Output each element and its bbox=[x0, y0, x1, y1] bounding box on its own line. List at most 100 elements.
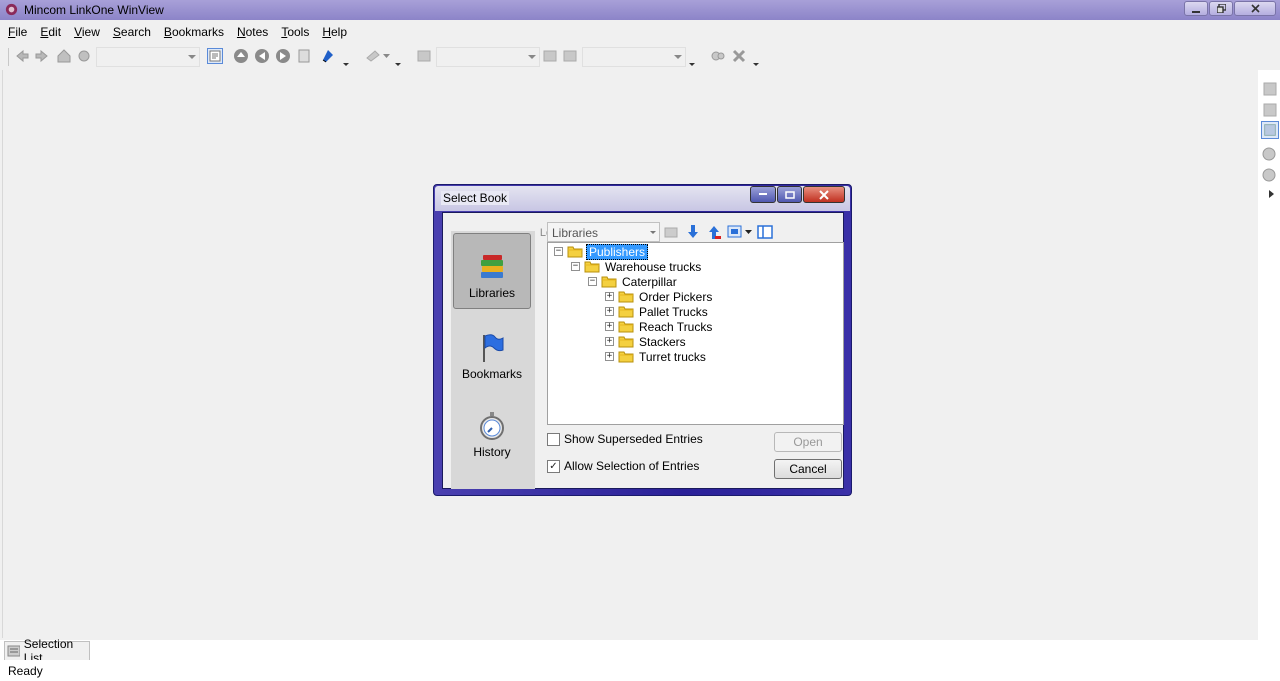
dialog-maximize-button[interactable] bbox=[777, 186, 802, 203]
menu-file[interactable]: File bbox=[0, 22, 32, 42]
menu-mnemonic: V bbox=[74, 25, 82, 39]
search-tool-button[interactable] bbox=[416, 48, 432, 64]
expand-icon[interactable]: + bbox=[605, 337, 614, 346]
location-combo[interactable] bbox=[96, 47, 200, 67]
forward-button[interactable] bbox=[34, 48, 50, 64]
dialog-minimize-button[interactable] bbox=[750, 186, 776, 203]
app-icon bbox=[5, 3, 18, 16]
menu-search[interactable]: Search bbox=[105, 22, 156, 42]
next-button[interactable] bbox=[275, 48, 291, 64]
tree-node-label: Reach Trucks bbox=[639, 319, 713, 334]
folder-icon bbox=[567, 246, 583, 258]
overflow-arrow-icon[interactable] bbox=[1261, 189, 1279, 199]
menu-help[interactable]: Help bbox=[314, 22, 352, 42]
menu-label-rest: earch bbox=[120, 25, 151, 39]
folder-icon bbox=[618, 291, 634, 303]
collapse-icon[interactable]: − bbox=[554, 247, 563, 256]
contents-button[interactable] bbox=[207, 48, 223, 64]
library-manager-button[interactable] bbox=[663, 224, 679, 240]
expand-icon[interactable]: + bbox=[605, 352, 614, 361]
tab-selection-list[interactable]: Selection List bbox=[4, 637, 90, 665]
tree-node[interactable]: − Publishers bbox=[554, 243, 649, 260]
search-next-button[interactable] bbox=[562, 48, 578, 64]
tree-node[interactable]: + Stackers bbox=[605, 334, 688, 349]
library-tree[interactable]: − Publishers − Warehouse trucks − Caterpillar… bbox=[547, 242, 844, 425]
menu-mnemonic: H bbox=[322, 25, 331, 39]
bookmark-icon bbox=[322, 50, 333, 63]
search-go-button[interactable] bbox=[542, 48, 558, 64]
home-button[interactable] bbox=[56, 48, 72, 64]
search-combo[interactable] bbox=[436, 47, 540, 67]
open-button[interactable]: Open bbox=[774, 432, 842, 452]
minimize-button[interactable] bbox=[1184, 1, 1208, 16]
checkbox-box[interactable]: ✓ bbox=[547, 459, 560, 473]
refresh-icon bbox=[78, 50, 90, 62]
view-mode-dropdown[interactable] bbox=[744, 224, 753, 240]
status-text: Ready bbox=[8, 664, 43, 678]
dialog-close-button[interactable] bbox=[803, 186, 845, 203]
folder-icon bbox=[618, 306, 634, 318]
collapse-icon[interactable]: − bbox=[571, 262, 580, 271]
show-superseded-checkbox[interactable]: Show Superseded Entries bbox=[547, 432, 703, 446]
tree-node[interactable]: + Pallet Trucks bbox=[605, 304, 710, 319]
close-button[interactable] bbox=[1234, 1, 1276, 16]
checkbox-box[interactable] bbox=[547, 432, 560, 446]
nav-bookmarks[interactable]: Bookmarks bbox=[453, 313, 531, 389]
link-button[interactable] bbox=[710, 48, 726, 64]
tree-node[interactable]: + Turret trucks bbox=[605, 349, 708, 364]
tools-button[interactable] bbox=[731, 48, 747, 64]
page-icon bbox=[209, 50, 221, 62]
nav-libraries[interactable]: Libraries bbox=[453, 233, 531, 309]
dropdown-arrow-icon bbox=[745, 230, 752, 234]
previous-button[interactable] bbox=[254, 48, 270, 64]
arrow-down-icon bbox=[688, 225, 698, 238]
menu-bookmarks[interactable]: Bookmarks bbox=[156, 22, 229, 42]
toolbar-overflow[interactable] bbox=[394, 48, 403, 68]
select-book-dialog: Select Book Libraries Bookmarks History … bbox=[433, 184, 852, 496]
tree-node[interactable]: + Reach Trucks bbox=[605, 319, 714, 334]
note-button[interactable] bbox=[365, 48, 381, 64]
refresh-button[interactable] bbox=[76, 48, 92, 64]
arrow-up-icon bbox=[709, 226, 721, 239]
toolbar-overflow[interactable] bbox=[752, 48, 761, 68]
up-button[interactable] bbox=[233, 48, 249, 64]
maximize-button[interactable] bbox=[1209, 1, 1233, 16]
folder-icon bbox=[584, 261, 600, 273]
toolbar-overflow[interactable] bbox=[688, 48, 697, 68]
document-button[interactable] bbox=[296, 48, 312, 64]
menu-edit[interactable]: Edit bbox=[32, 22, 66, 42]
back-arrow-icon bbox=[16, 49, 29, 63]
move-up-button[interactable] bbox=[706, 224, 722, 240]
tool-icon-2[interactable] bbox=[1261, 101, 1279, 119]
tree-node[interactable]: − Caterpillar bbox=[588, 274, 679, 289]
look-in-combo[interactable]: Libraries bbox=[547, 222, 660, 242]
menu-view[interactable]: View bbox=[66, 22, 105, 42]
note-dropdown[interactable] bbox=[382, 48, 390, 64]
tree-node[interactable]: + Order Pickers bbox=[605, 289, 714, 304]
menu-mnemonic: N bbox=[236, 25, 246, 39]
expand-icon[interactable]: + bbox=[605, 322, 614, 331]
close-icon bbox=[1250, 4, 1260, 13]
move-down-button[interactable] bbox=[685, 224, 701, 240]
collapse-icon[interactable]: − bbox=[588, 277, 597, 286]
toolbar-overflow[interactable] bbox=[342, 48, 351, 68]
menu-notes[interactable]: Notes bbox=[229, 22, 273, 42]
zoom-in-icon[interactable] bbox=[1261, 146, 1279, 164]
nav-history[interactable]: History bbox=[453, 391, 531, 467]
tree-node[interactable]: − Warehouse trucks bbox=[571, 259, 703, 274]
bookmark-button[interactable] bbox=[320, 48, 336, 64]
allow-selection-checkbox[interactable]: ✓ Allow Selection of Entries bbox=[547, 459, 699, 473]
tool-icon-1[interactable] bbox=[1261, 80, 1279, 98]
tree-node-label: Turret trucks bbox=[639, 349, 706, 364]
tool-icon-3-active[interactable] bbox=[1261, 121, 1279, 139]
expand-icon[interactable]: + bbox=[605, 307, 614, 316]
back-button[interactable] bbox=[14, 48, 30, 64]
preview-pane-button[interactable] bbox=[757, 224, 773, 240]
menu-tools[interactable]: Tools bbox=[273, 22, 314, 42]
zoom-out-icon[interactable] bbox=[1261, 167, 1279, 185]
expand-icon[interactable]: + bbox=[605, 292, 614, 301]
view-mode-button[interactable] bbox=[727, 224, 743, 240]
cancel-button[interactable]: Cancel bbox=[774, 459, 842, 479]
title-bar: Mincom LinkOne WinView bbox=[0, 0, 1280, 20]
filter-combo[interactable] bbox=[582, 47, 686, 67]
